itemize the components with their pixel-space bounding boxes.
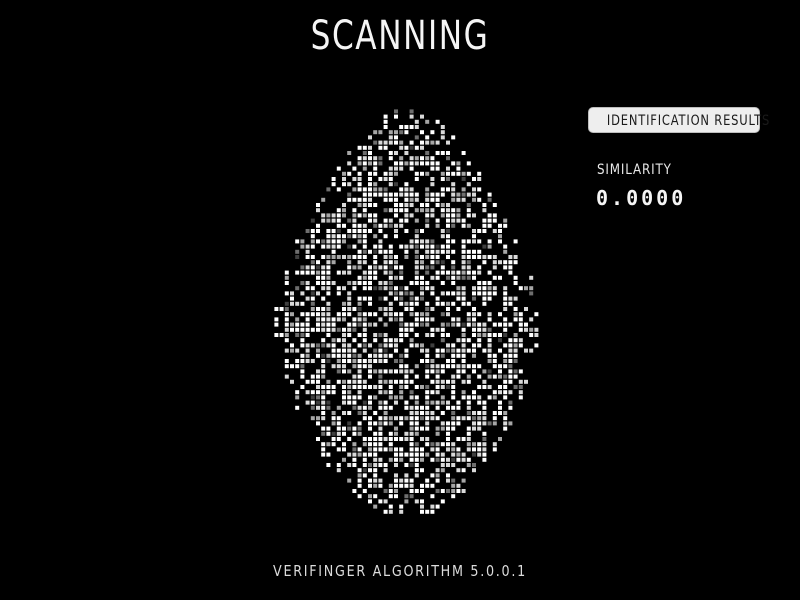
similarity-label: SIMILARITY — [597, 162, 672, 178]
fingerprint-scan — [260, 95, 550, 515]
page-title: SCANNING — [310, 13, 490, 59]
identification-results-label: IDENTIFICATION RESULTS — [606, 113, 771, 129]
fingerprint-scan-icon — [274, 109, 539, 514]
identification-results-badge: IDENTIFICATION RESULTS — [588, 107, 769, 133]
algorithm-version: VERIFINGER ALGORITHM 5.0.0.1 — [273, 562, 527, 580]
similarity-value: 0.0000 — [596, 186, 687, 210]
